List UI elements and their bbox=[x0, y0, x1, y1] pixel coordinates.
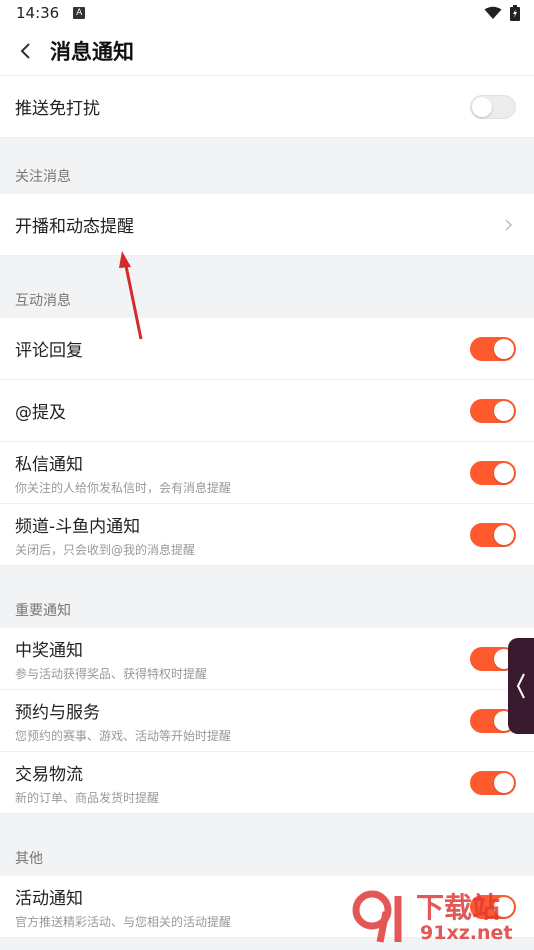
page-title: 消息通知 bbox=[50, 39, 134, 64]
toggle-knob bbox=[472, 96, 492, 117]
mention-toggle[interactable] bbox=[470, 398, 516, 423]
back-button[interactable] bbox=[10, 31, 40, 71]
activity-notice-desc: 官方推送精彩活动、与您相关的活动提醒 bbox=[15, 914, 232, 929]
toggle-knob bbox=[494, 524, 514, 545]
private-message-row[interactable]: 私信通知 你关注的人给你发私信时，会有消息提醒 bbox=[0, 442, 534, 504]
side-drawer-tab[interactable] bbox=[508, 638, 534, 734]
comment-reply-row[interactable]: 评论回复 bbox=[0, 318, 534, 380]
watermark-logo: 下载站 91xz.net bbox=[350, 886, 530, 948]
prize-notice-desc: 参与活动获得奖品、获得特权时提醒 bbox=[15, 666, 208, 681]
trade-logistics-row[interactable]: 交易物流 新的订单、商品发货时提醒 bbox=[0, 752, 534, 814]
wifi-icon bbox=[484, 6, 502, 19]
status-bar: 14:36 A bbox=[0, 0, 534, 26]
toggle-knob bbox=[494, 462, 514, 483]
dnd-toggle[interactable] bbox=[470, 94, 516, 119]
trade-logistics-toggle[interactable] bbox=[470, 770, 516, 795]
reservation-service-desc: 您预约的赛事、游戏、活动等开始时提醒 bbox=[15, 728, 232, 743]
channel-notice-toggle[interactable] bbox=[470, 522, 516, 547]
trade-logistics-desc: 新的订单、商品发货时提醒 bbox=[15, 790, 160, 805]
private-message-label: 私信通知 bbox=[15, 454, 83, 475]
status-time: 14:36 bbox=[16, 4, 60, 22]
a-icon: A bbox=[73, 7, 86, 19]
section-header-other: 其他 bbox=[15, 851, 43, 867]
private-message-desc: 你关注的人给你发私信时，会有消息提醒 bbox=[15, 480, 232, 495]
channel-notice-desc: 关闭后，只会收到@我的消息提醒 bbox=[15, 542, 196, 557]
comment-reply-label: 评论回复 bbox=[15, 341, 83, 361]
toggle-knob bbox=[494, 772, 514, 793]
watermark-domain: 91xz.net bbox=[420, 922, 513, 944]
battery-icon bbox=[510, 5, 520, 21]
prize-notice-label: 中奖通知 bbox=[15, 640, 83, 661]
chevron-right-icon bbox=[505, 218, 513, 231]
chevron-left-icon bbox=[516, 673, 525, 699]
section-header-interact: 互动消息 bbox=[15, 293, 71, 309]
private-message-toggle[interactable] bbox=[470, 460, 516, 485]
dnd-row[interactable]: 推送免打扰 bbox=[0, 76, 534, 138]
page-header: 消息通知 bbox=[0, 26, 534, 76]
toggle-knob bbox=[494, 400, 514, 421]
prize-notice-row[interactable]: 中奖通知 参与活动获得奖品、获得特权时提醒 bbox=[0, 628, 534, 690]
live-dynamic-reminder-row[interactable]: 开播和动态提醒 bbox=[0, 194, 534, 256]
reservation-service-row[interactable]: 预约与服务 您预约的赛事、游戏、活动等开始时提醒 bbox=[0, 690, 534, 752]
trade-logistics-label: 交易物流 bbox=[15, 764, 83, 785]
activity-notice-label: 活动通知 bbox=[15, 888, 83, 909]
channel-notice-label: 频道-斗鱼内通知 bbox=[15, 516, 141, 537]
dnd-label: 推送免打扰 bbox=[15, 99, 100, 119]
live-dynamic-reminder-label: 开播和动态提醒 bbox=[15, 217, 134, 237]
section-header-follow: 关注消息 bbox=[15, 169, 71, 185]
chevron-left-icon bbox=[20, 42, 30, 59]
channel-notice-row[interactable]: 频道-斗鱼内通知 关闭后，只会收到@我的消息提醒 bbox=[0, 504, 534, 566]
reservation-service-label: 预约与服务 bbox=[15, 702, 100, 723]
mention-label: @提及 bbox=[15, 403, 66, 423]
watermark-brand: 下载站 bbox=[416, 891, 501, 924]
comment-reply-toggle[interactable] bbox=[470, 336, 516, 361]
section-header-important: 重要通知 bbox=[15, 603, 71, 619]
toggle-knob bbox=[494, 338, 514, 359]
mention-row[interactable]: @提及 bbox=[0, 380, 534, 442]
watermark-91-icon bbox=[352, 890, 402, 943]
